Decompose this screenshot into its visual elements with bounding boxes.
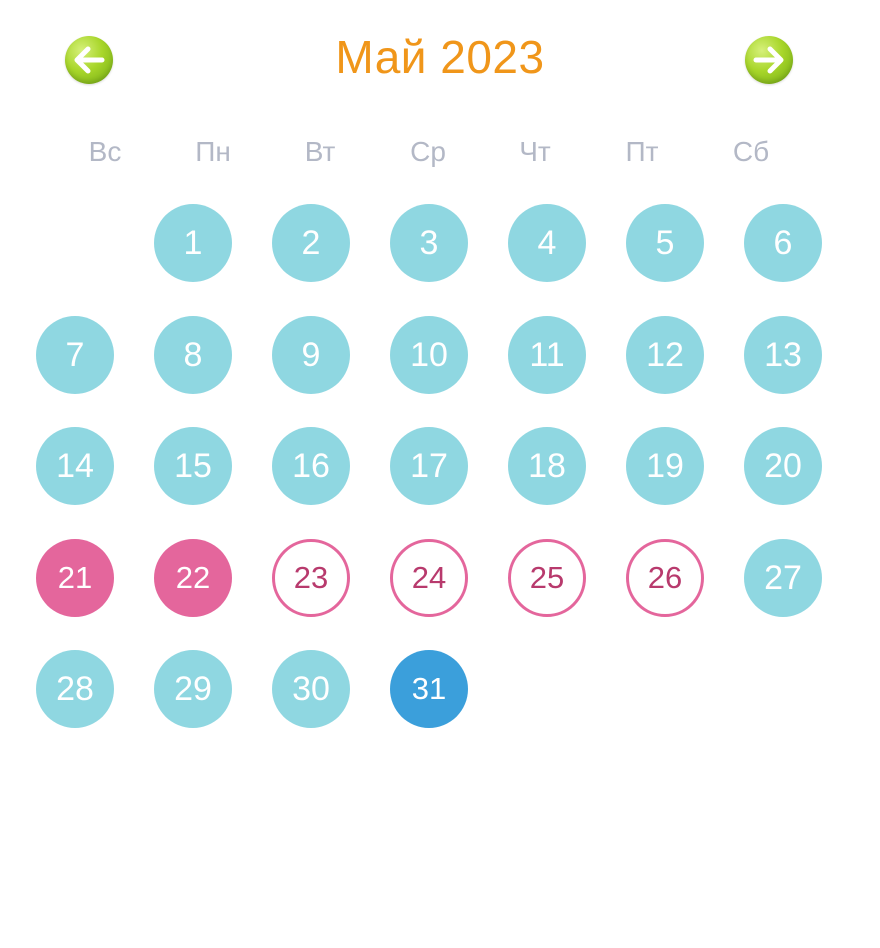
day-cell[interactable]: 19 xyxy=(626,427,704,505)
day-cell[interactable]: 27 xyxy=(744,539,822,617)
day-cell[interactable]: 15 xyxy=(154,427,232,505)
weekday-label: Ср xyxy=(410,136,446,167)
day-cell[interactable]: 13 xyxy=(744,316,822,394)
day-cell[interactable]: 2 xyxy=(272,204,350,282)
next-month-button[interactable] xyxy=(745,36,793,84)
day-cell[interactable]: 5 xyxy=(626,204,704,282)
day-cell[interactable]: 23 xyxy=(272,539,350,617)
day-cell[interactable]: 16 xyxy=(272,427,350,505)
day-cell[interactable]: 11 xyxy=(508,316,586,394)
day-cell[interactable]: 9 xyxy=(272,316,350,394)
day-cell[interactable]: 6 xyxy=(744,204,822,282)
day-cell[interactable]: 10 xyxy=(390,316,468,394)
day-cell[interactable]: 8 xyxy=(154,316,232,394)
day-cell[interactable]: 29 xyxy=(154,650,232,728)
day-cell[interactable]: 7 xyxy=(36,316,114,394)
weekday-label: Вт xyxy=(304,136,336,167)
day-cell[interactable]: 30 xyxy=(272,650,350,728)
weekday-label: Пн xyxy=(195,136,231,167)
day-cell[interactable]: 17 xyxy=(390,427,468,505)
day-cell[interactable]: 18 xyxy=(508,427,586,505)
day-cell[interactable]: 20 xyxy=(744,427,822,505)
day-cell[interactable]: 21 xyxy=(36,539,114,617)
weekday-label: Пт xyxy=(625,136,659,167)
day-cell[interactable]: 26 xyxy=(626,539,704,617)
day-cell[interactable]: 14 xyxy=(36,427,114,505)
day-cell[interactable]: 24 xyxy=(390,539,468,617)
weekday-label: Чт xyxy=(519,136,551,167)
day-cell[interactable]: 1 xyxy=(154,204,232,282)
weekday-label: Вс xyxy=(88,136,122,167)
day-cell[interactable]: 3 xyxy=(390,204,468,282)
arrow-right-icon xyxy=(753,46,784,74)
day-cell[interactable]: 31 xyxy=(390,650,468,728)
day-cell[interactable]: 28 xyxy=(36,650,114,728)
day-cell[interactable]: 12 xyxy=(626,316,704,394)
day-cell[interactable]: 25 xyxy=(508,539,586,617)
weekday-label: Сб xyxy=(732,136,770,167)
day-cell[interactable]: 4 xyxy=(508,204,586,282)
day-cell[interactable]: 22 xyxy=(154,539,232,617)
